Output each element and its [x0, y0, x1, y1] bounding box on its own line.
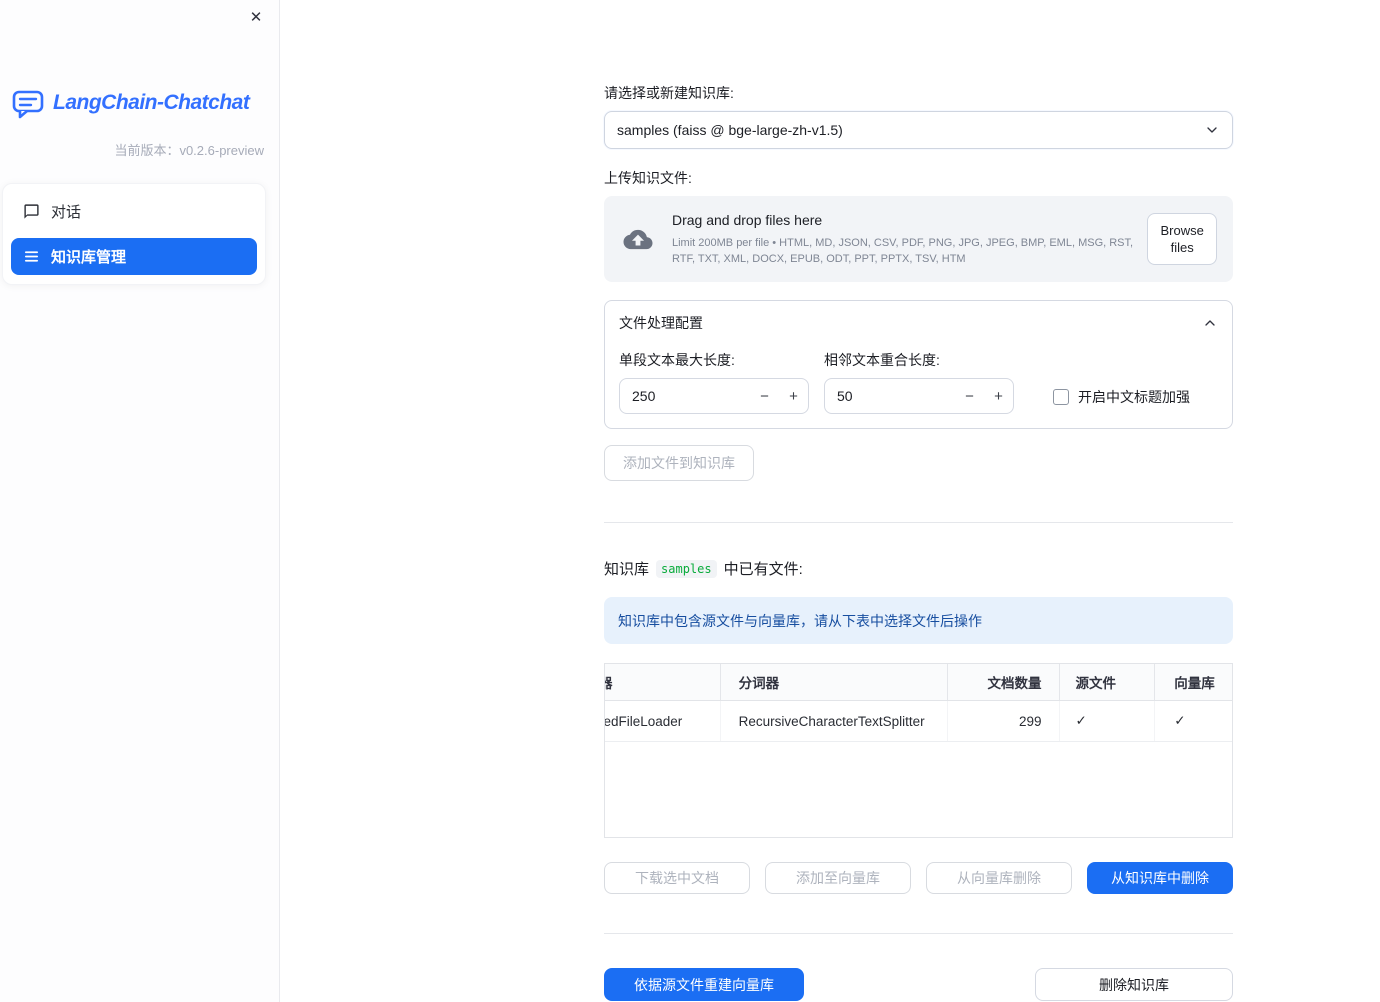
table-header-row: 器 分词器 文档数量 源文件 向量库: [605, 664, 1232, 701]
column-header-source-file[interactable]: 源文件: [1059, 664, 1154, 700]
cell-vector-store-check: ✓: [1154, 701, 1232, 741]
overlap-size-label: 相邻文本重合长度:: [824, 352, 940, 368]
cell-value: RecursiveCharacterTextSplitter: [738, 713, 925, 729]
download-selected-button[interactable]: 下载选中文档: [604, 862, 750, 894]
checkmark-icon: ✓: [1174, 713, 1186, 728]
chunk-size-value: 250: [632, 388, 656, 404]
cell-value: redFileLoader: [605, 713, 683, 729]
cell-doc-count: 299: [946, 701, 1060, 741]
divider: [604, 933, 1233, 934]
cloud-upload-icon: [620, 225, 656, 254]
kb-select[interactable]: samples (faiss @ bge-large-zh-v1.5): [604, 111, 1233, 149]
chunk-size-group: 单段文本最大长度: 250 − +: [619, 350, 809, 414]
column-header-doc-count[interactable]: 文档数量: [946, 664, 1060, 700]
column-header-label: 器: [605, 672, 613, 692]
delete-from-kb-button[interactable]: 从知识库中删除: [1087, 862, 1233, 894]
existing-files-heading: 知识库 samples 中已有文件:: [604, 558, 1233, 579]
rebuild-vector-store-button[interactable]: 依据源文件重建向量库: [604, 968, 804, 1001]
cell-value: 299: [1018, 713, 1042, 729]
logo-chat-bubble-icon: [11, 86, 45, 120]
logo: LangChain-Chatchat: [11, 86, 269, 120]
table-row[interactable]: redFileLoader RecursiveCharacterTextSpli…: [605, 701, 1232, 742]
file-drop-zone[interactable]: Drag and drop files here Limit 200MB per…: [604, 196, 1233, 282]
delete-from-vector-store-button[interactable]: 从向量库删除: [926, 862, 1072, 894]
version-label: 当前版本：v0.2.6-preview: [114, 143, 264, 158]
sidebar-nav: 对话 知识库管理: [2, 183, 266, 285]
column-header-label: 分词器: [738, 676, 780, 691]
chunk-size-decrement-button[interactable]: −: [750, 379, 779, 413]
uploader-texts: Drag and drop files here Limit 200MB per…: [672, 212, 1147, 267]
overlap-size-decrement-button[interactable]: −: [955, 379, 984, 413]
existing-suffix: 中已有文件:: [723, 561, 803, 578]
kb-name-code: samples: [656, 559, 717, 578]
chunk-size-label: 单段文本最大长度:: [619, 352, 735, 368]
kb-select-value: samples (faiss @ bge-large-zh-v1.5): [617, 122, 843, 138]
sidebar-close-button[interactable]: ✕: [246, 8, 266, 28]
add-files-to-kb-button[interactable]: 添加文件到知识库: [604, 445, 754, 481]
expander-body: 单段文本最大长度: 250 − + 相邻文本重合长度: 50 − + 开启中文标…: [619, 350, 1218, 414]
cell-loader: redFileLoader: [605, 701, 720, 741]
sidebar-item-label: 对话: [51, 204, 82, 221]
checkbox-unchecked-icon: [1053, 389, 1069, 405]
column-header-splitter[interactable]: 分词器: [719, 664, 947, 700]
chevron-down-icon: [1204, 122, 1220, 138]
sidebar: ✕ LangChain-Chatchat 当前版本：v0.2.6-preview…: [0, 0, 280, 1002]
kb-select-label: 请选择或新建知识库:: [604, 85, 734, 101]
zh-title-enhance-label: 开启中文标题加强: [1078, 389, 1190, 405]
expander-header[interactable]: 文件处理配置: [619, 313, 1218, 333]
column-header-loader[interactable]: 器: [605, 664, 720, 700]
file-actions: 下载选中文档 添加至向量库 从向量库删除 从知识库中删除: [604, 862, 1233, 894]
kb-actions: 依据源文件重建向量库 删除知识库: [604, 968, 1233, 1001]
sidebar-item-dialogue[interactable]: 对话: [11, 193, 257, 230]
overlap-size-increment-button[interactable]: +: [984, 379, 1013, 413]
chat-bubble-icon: [23, 203, 40, 220]
files-table[interactable]: 器 分词器 文档数量 源文件 向量库 redFileLoader: [604, 663, 1233, 838]
cell-splitter: RecursiveCharacterTextSplitter: [719, 701, 947, 741]
browse-files-button[interactable]: Browse files: [1147, 213, 1217, 265]
existing-prefix: 知识库: [604, 561, 650, 578]
sidebar-item-knowledge-base[interactable]: 知识库管理: [11, 238, 257, 275]
sidebar-item-label: 知识库管理: [51, 249, 127, 266]
uploader-limit-text: Limit 200MB per file • HTML, MD, JSON, C…: [672, 236, 1134, 265]
expander-title: 文件处理配置: [619, 315, 703, 331]
upload-label: 上传知识文件:: [604, 170, 692, 186]
column-header-label: 向量库: [1174, 676, 1215, 691]
divider: [604, 522, 1233, 523]
overlap-size-group: 相邻文本重合长度: 50 − +: [824, 350, 1014, 414]
chunk-size-increment-button[interactable]: +: [779, 379, 808, 413]
info-banner-text: 知识库中包含源文件与向量库，请从下表中选择文件后操作: [618, 612, 982, 629]
chevron-up-icon: [1202, 315, 1218, 331]
app-title: LangChain-Chatchat: [53, 91, 250, 114]
info-banner: 知识库中包含源文件与向量库，请从下表中选择文件后操作: [604, 597, 1233, 644]
delete-kb-button[interactable]: 删除知识库: [1035, 968, 1233, 1001]
checkmark-icon: ✓: [1075, 713, 1087, 728]
main-content: 请选择或新建知识库: samples (faiss @ bge-large-zh…: [280, 0, 1380, 1002]
column-header-label: 源文件: [1075, 676, 1116, 691]
column-header-vector-store[interactable]: 向量库: [1154, 664, 1232, 700]
column-header-label: 文档数量: [987, 676, 1042, 691]
list-icon: [23, 248, 40, 265]
cell-source-file-check: ✓: [1059, 701, 1154, 741]
file-config-expander: 文件处理配置 单段文本最大长度: 250 − + 相邻文本重合长度: 50 − …: [604, 300, 1233, 429]
uploader-title: Drag and drop files here: [672, 211, 823, 228]
zh-title-enhance-checkbox[interactable]: 开启中文标题加强: [1053, 387, 1190, 407]
overlap-size-value: 50: [837, 388, 853, 404]
chunk-size-input[interactable]: 250 − +: [619, 378, 809, 414]
overlap-size-input[interactable]: 50 − +: [824, 378, 1014, 414]
add-to-vector-store-button[interactable]: 添加至向量库: [765, 862, 911, 894]
